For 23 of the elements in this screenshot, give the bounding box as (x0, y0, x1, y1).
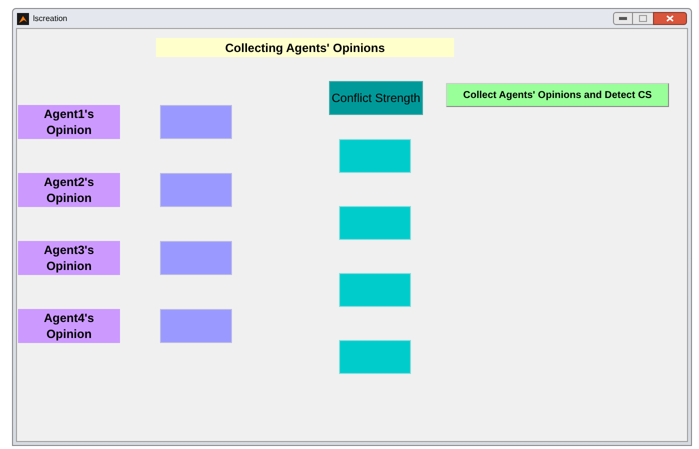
agent-label: Agent1's Opinion (18, 105, 120, 139)
collect-button[interactable]: Collect Agents' Opinions and Detect CS (446, 83, 669, 107)
conflict-strength-field[interactable] (339, 139, 411, 173)
conflict-strength-header: Conflict Strength (329, 81, 423, 115)
conflict-strength-field[interactable] (339, 273, 411, 307)
maximize-button[interactable] (633, 12, 653, 25)
opinion-field[interactable] (160, 241, 232, 275)
agent-label: Agent2's Opinion (18, 173, 120, 207)
minimize-button[interactable] (613, 12, 633, 25)
conflict-strength-field[interactable] (339, 206, 411, 240)
agent-label: Agent4's Opinion (18, 309, 120, 343)
conflict-strength-field[interactable] (339, 340, 411, 374)
app-icon (17, 12, 29, 24)
opinion-field[interactable] (160, 105, 232, 139)
minimize-icon (619, 17, 627, 20)
window-title: lscreation (33, 12, 68, 24)
opinion-field[interactable] (160, 173, 232, 207)
heading: Collecting Agents' Opinions (156, 38, 454, 57)
agent-label: Agent3's Opinion (18, 241, 120, 275)
close-icon (666, 15, 674, 22)
maximize-icon (639, 15, 647, 22)
close-button[interactable] (653, 12, 687, 25)
opinion-field[interactable] (160, 309, 232, 343)
